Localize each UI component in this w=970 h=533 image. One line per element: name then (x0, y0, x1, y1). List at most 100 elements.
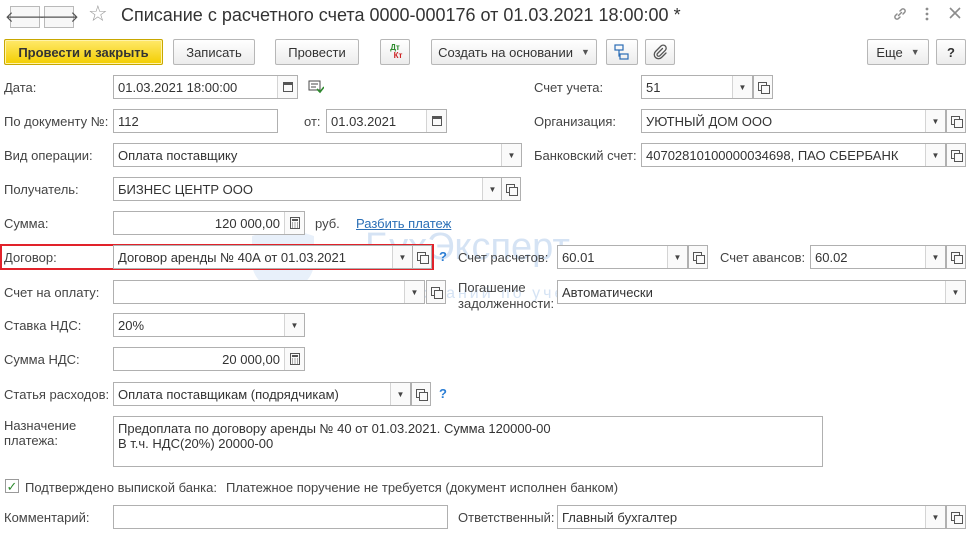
chevron-down-icon[interactable]: ▼ (390, 383, 410, 405)
open-icon (951, 512, 963, 524)
responsible-select[interactable]: Главный бухгалтер ▼ (557, 505, 946, 529)
chevron-down-icon[interactable]: ▼ (925, 506, 945, 528)
attach-button[interactable] (645, 39, 675, 65)
chevron-down-icon[interactable]: ▼ (482, 178, 502, 200)
post-and-close-button[interactable]: Провести и закрыть (4, 39, 163, 65)
doc-number-field[interactable]: 112 (113, 109, 278, 133)
debt-repayment-select[interactable]: Автоматически ▼ (557, 280, 966, 304)
open-icon (951, 150, 963, 162)
chevron-down-icon[interactable]: ▼ (404, 281, 424, 303)
help-icon[interactable]: ? (439, 249, 447, 264)
chevron-down-icon[interactable]: ▼ (667, 246, 687, 268)
currency-label: руб. (315, 216, 340, 231)
amount-field[interactable]: 120 000,00 (113, 211, 305, 235)
chevron-down-icon[interactable]: ▼ (501, 144, 521, 166)
account-label: Счет учета: (534, 80, 604, 95)
open-organization-button[interactable] (946, 109, 966, 133)
bank-account-select[interactable]: 40702810100000034698, ПАО СБЕРБАНК ▼ (641, 143, 946, 167)
comment-label: Комментарий: (4, 510, 90, 525)
open-icon (416, 389, 428, 401)
open-icon (506, 184, 518, 196)
dt-kt-button[interactable]: Дт Кт (380, 39, 410, 65)
chevron-down-icon[interactable]: ▼ (284, 314, 304, 336)
settlement-account-select[interactable]: 60.01 ▼ (557, 245, 688, 269)
chevron-down-icon: ▼ (910, 47, 920, 57)
organization-select[interactable]: УЮТНЫЙ ДОМ ООО ▼ (641, 109, 946, 133)
invoice-select[interactable]: ▼ (113, 280, 425, 304)
advance-account-select[interactable]: 60.02 ▼ (810, 245, 946, 269)
purpose-label-line2: платежа: (4, 433, 58, 448)
split-payment-link[interactable]: Разбить платеж (356, 216, 451, 231)
create-based-on-button[interactable]: Создать на основании ▼ (431, 39, 597, 65)
debt-repayment-label-line1: Погашение (458, 280, 526, 295)
calendar-button[interactable] (277, 76, 297, 98)
link-icon[interactable] (892, 6, 908, 25)
recipient-label: Получатель: (4, 182, 79, 197)
operation-label: Вид операции: (4, 148, 93, 163)
settlement-account-label: Счет расчетов: (458, 250, 549, 265)
open-expense-item-button[interactable] (411, 382, 431, 406)
expense-item-select[interactable]: Оплата поставщикам (подрядчикам) ▼ (113, 382, 411, 406)
open-recipient-button[interactable] (501, 177, 521, 201)
operation-select[interactable]: Оплата поставщику ▼ (113, 143, 522, 167)
chevron-down-icon[interactable]: ▼ (925, 246, 945, 268)
structure-button[interactable] (606, 39, 638, 65)
help-button[interactable]: ? (936, 39, 966, 65)
checkmark-icon: ✓ (6, 478, 18, 494)
doc-date-field[interactable]: 01.03.2021 (326, 109, 447, 133)
open-icon (417, 252, 429, 264)
paperclip-icon (653, 44, 667, 60)
purpose-textarea[interactable]: Предоплата по договору аренды № 40 от 01… (113, 416, 823, 467)
arrow-right-icon: 🡒 (38, 8, 80, 26)
open-account-button[interactable] (753, 75, 773, 99)
vat-rate-label: Ставка НДС: (4, 318, 82, 333)
more-icon[interactable] (924, 6, 930, 25)
contract-select[interactable]: Договор аренды № 40А от 01.03.2021 ▼ (113, 245, 413, 269)
document-log-icon[interactable] (308, 80, 325, 97)
vat-rate-select[interactable]: 20% ▼ (113, 313, 305, 337)
comment-field[interactable] (113, 505, 448, 529)
date-field[interactable]: 01.03.2021 18:00:00 (113, 75, 298, 99)
account-select[interactable]: 51 ▼ (641, 75, 753, 99)
chevron-down-icon[interactable]: ▼ (925, 144, 945, 166)
vat-amount-label: Сумма НДС: (4, 352, 80, 367)
chevron-down-icon[interactable]: ▼ (945, 281, 965, 303)
save-button[interactable]: Записать (173, 39, 255, 65)
payment-order-note: Платежное поручение не требуется (докуме… (226, 480, 619, 495)
open-bank-account-button[interactable] (946, 143, 966, 167)
star-icon[interactable]: ☆ (88, 3, 108, 25)
calculator-icon (289, 353, 300, 365)
vat-amount-field[interactable]: 20 000,00 (113, 347, 305, 371)
bank-account-label: Банковский счет: (534, 148, 637, 163)
open-icon (431, 287, 443, 299)
bank-confirmed-label: Подтверждено выпиской банка: (25, 480, 217, 495)
date-label: Дата: (4, 80, 37, 95)
close-icon[interactable] (948, 6, 962, 23)
chevron-down-icon[interactable]: ▼ (392, 246, 412, 268)
invoice-label: Счет на оплату: (4, 285, 100, 300)
help-icon[interactable]: ? (439, 386, 447, 401)
organization-label: Организация: (534, 114, 617, 129)
calculator-icon (289, 217, 300, 229)
amount-label: Сумма: (4, 216, 49, 231)
open-advance-account-button[interactable] (946, 245, 966, 269)
open-contract-button[interactable] (412, 245, 432, 269)
back-button[interactable]: 🡐 (5, 6, 45, 28)
post-button[interactable]: Провести (275, 39, 359, 65)
more-button[interactable]: Еще ▼ (867, 39, 929, 65)
recipient-select[interactable]: БИЗНЕС ЦЕНТР ООО ▼ (113, 177, 503, 201)
chevron-down-icon[interactable]: ▼ (925, 110, 945, 132)
calendar-button[interactable] (426, 110, 446, 132)
open-responsible-button[interactable] (946, 505, 966, 529)
responsible-label: Ответственный: (458, 510, 555, 525)
doc-number-label: По документу №: (4, 114, 109, 129)
calculator-button[interactable] (284, 212, 304, 234)
chevron-down-icon[interactable]: ▼ (732, 76, 752, 98)
open-invoice-button[interactable] (426, 280, 446, 304)
doc-date-label: от: (304, 114, 321, 129)
bank-confirmed-checkbox[interactable]: ✓ (5, 479, 19, 493)
calculator-button[interactable] (284, 348, 304, 370)
open-settlement-account-button[interactable] (688, 245, 708, 269)
page-title: Списание с расчетного счета 0000-000176 … (121, 5, 681, 25)
forward-button[interactable]: 🡒 (39, 6, 79, 28)
